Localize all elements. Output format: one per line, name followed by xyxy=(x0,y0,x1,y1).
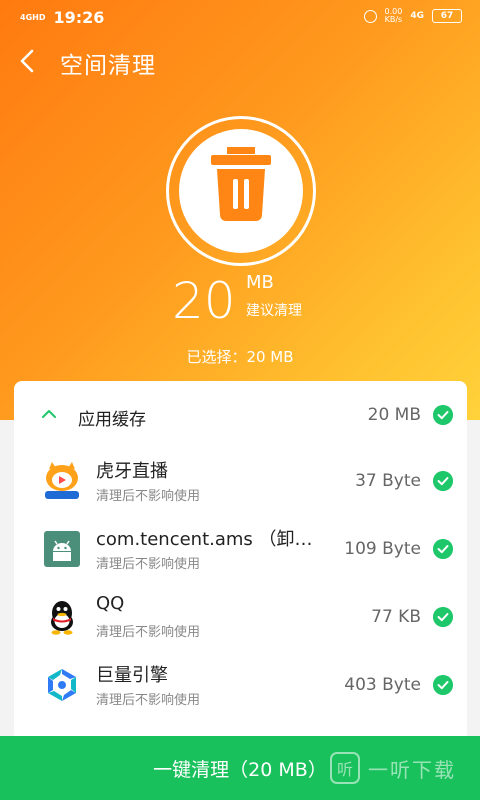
list-item[interactable]: 虎牙直播 清理后不影响使用 37 Byte xyxy=(14,449,467,517)
list-item[interactable]: com.tencent.ams （卸… 清理后不影响使用 109 Byte xyxy=(14,517,467,585)
selected-summary: 已选择：20 MB xyxy=(186,348,294,366)
watermark: 听 一听下载 xyxy=(330,752,456,784)
huya-icon xyxy=(42,461,82,501)
check-icon[interactable] xyxy=(433,675,453,695)
check-icon[interactable] xyxy=(433,539,453,559)
app-cache-group[interactable]: 应用缓存 20 MB xyxy=(14,381,467,449)
watermark-text: 一听下载 xyxy=(368,757,456,782)
cache-list-card: 应用缓存 20 MB 虎牙直播 清理后不影响使用 37 Byte com.ten… xyxy=(14,381,467,741)
clean-size-unit: MB xyxy=(246,272,274,293)
clean-size-value: 20 xyxy=(172,272,236,330)
status-bar: 4GHD 19:26 0.00 KB/s 4G 67 xyxy=(0,0,480,36)
network-type: 4G xyxy=(410,11,424,21)
app-name: QQ xyxy=(96,593,125,614)
check-icon[interactable] xyxy=(433,607,453,627)
clock: 19:26 xyxy=(53,8,105,27)
battery-icon: 67 xyxy=(432,9,462,23)
clean-size-hint: 建议清理 xyxy=(246,303,302,319)
page-title: 空间清理 xyxy=(60,53,156,79)
app-size: 37 Byte xyxy=(355,471,421,491)
trash-ring xyxy=(166,116,316,266)
group-label: 应用缓存 xyxy=(78,410,146,430)
android-icon xyxy=(44,531,80,567)
app-name: 虎牙直播 xyxy=(96,461,168,482)
check-icon[interactable] xyxy=(433,405,453,425)
watermark-logo: 听 xyxy=(330,752,360,784)
app-subtitle: 清理后不影响使用 xyxy=(96,557,201,572)
qq-icon xyxy=(51,601,73,635)
trash-icon xyxy=(211,147,271,221)
app-name: 巨量引擎 xyxy=(96,665,168,686)
app-subtitle: 清理后不影响使用 xyxy=(96,693,201,708)
app-subtitle: 清理后不影响使用 xyxy=(96,625,201,640)
app-size: 109 Byte xyxy=(344,539,421,559)
app-size: 403 Byte xyxy=(344,675,421,695)
title-bar: 空间清理 xyxy=(0,40,480,84)
network-indicator: 4GHD xyxy=(20,12,46,22)
check-icon[interactable] xyxy=(433,471,453,491)
app-size: 77 KB xyxy=(371,607,421,627)
app-subtitle: 清理后不影响使用 xyxy=(96,489,201,504)
chevron-up-icon[interactable] xyxy=(40,405,58,423)
juliang-icon xyxy=(48,669,76,701)
app-name: com.tencent.ams （卸… xyxy=(96,529,313,550)
alarm-icon xyxy=(363,9,377,23)
list-item[interactable]: QQ 清理后不影响使用 77 KB xyxy=(14,585,467,653)
group-size: 20 MB xyxy=(367,405,421,425)
network-speed: 0.00 KB/s xyxy=(384,7,403,24)
back-arrow-icon[interactable] xyxy=(14,46,44,76)
